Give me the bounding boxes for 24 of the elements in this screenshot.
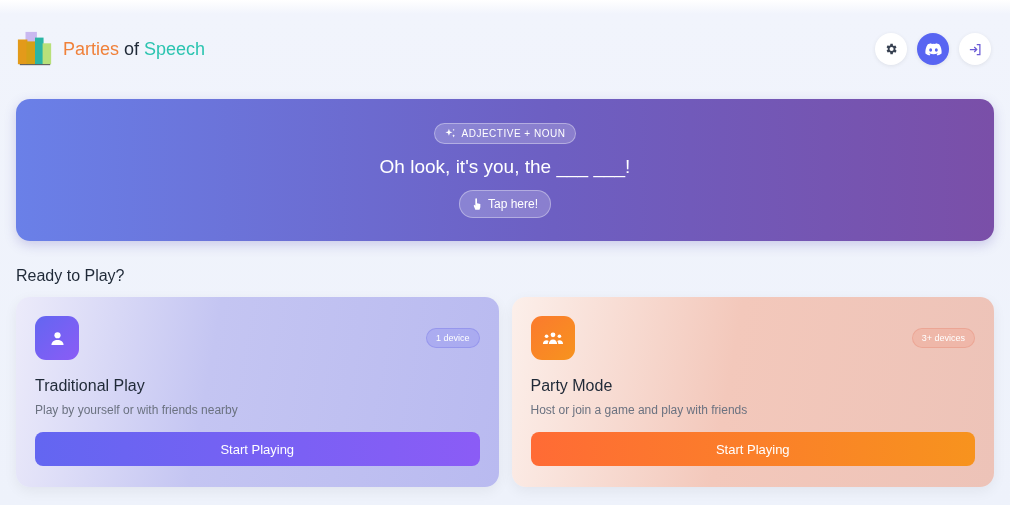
app-title: Parties of Speech (63, 38, 206, 60)
start-button[interactable]: Start Playing (35, 432, 480, 466)
sparkle-icon (444, 127, 456, 139)
pointing-hand-icon (471, 197, 482, 210)
start-button[interactable]: Start Playing (530, 432, 975, 466)
section-heading: Ready to Play? (16, 267, 126, 285)
login-icon (967, 41, 983, 57)
logo-icon (16, 31, 54, 67)
settings-button[interactable] (875, 33, 907, 65)
device-badge: 1 device (425, 328, 480, 348)
game-controller-icon (924, 42, 942, 56)
mode-title: Party Mode (530, 377, 614, 395)
login-button[interactable] (959, 33, 991, 65)
mode-description: Play by yourself or with friends nearby (35, 403, 239, 417)
prompt-text: Oh look, it's you, the ___ ___! (379, 155, 631, 178)
tap-button[interactable]: Tap here! (458, 189, 551, 218)
person-icon (35, 316, 79, 360)
group-icon (530, 316, 575, 360)
mode-title: Traditional Play (35, 377, 146, 395)
mode-description: Host or join a game and play with friends (530, 403, 749, 417)
category-label: ADJECTIVE + NOUN (461, 127, 566, 139)
discord-button[interactable] (917, 33, 949, 65)
settings-icon (884, 42, 898, 56)
device-badge: 3+ devices (911, 328, 975, 348)
